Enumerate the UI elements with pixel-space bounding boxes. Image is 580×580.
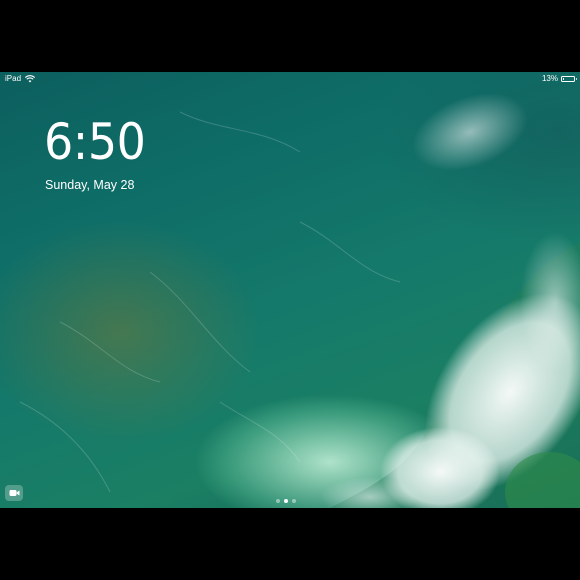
status-right: 13% — [541, 72, 577, 86]
camera-button[interactable] — [5, 485, 23, 501]
page-indicator[interactable] — [276, 499, 296, 503]
lock-screen[interactable]: iPad 13% 6:50 Sunday, May 28 — [0, 72, 580, 508]
status-bar: iPad 13% — [0, 72, 580, 86]
battery-level — [563, 78, 564, 80]
status-left: iPad — [5, 72, 36, 86]
wifi-icon — [25, 75, 36, 83]
page-dot[interactable] — [276, 499, 280, 503]
page-dot[interactable] — [284, 499, 288, 503]
lock-screen-time: 6:50 — [44, 113, 146, 171]
page-dot[interactable] — [292, 499, 296, 503]
device-frame: iPad 13% 6:50 Sunday, May 28 — [0, 0, 580, 580]
camera-icon — [9, 490, 19, 496]
battery-icon — [561, 76, 577, 82]
device-label: iPad — [5, 74, 22, 83]
lock-screen-date: Sunday, May 28 — [45, 178, 135, 192]
battery-percentage: 13% — [541, 74, 558, 83]
